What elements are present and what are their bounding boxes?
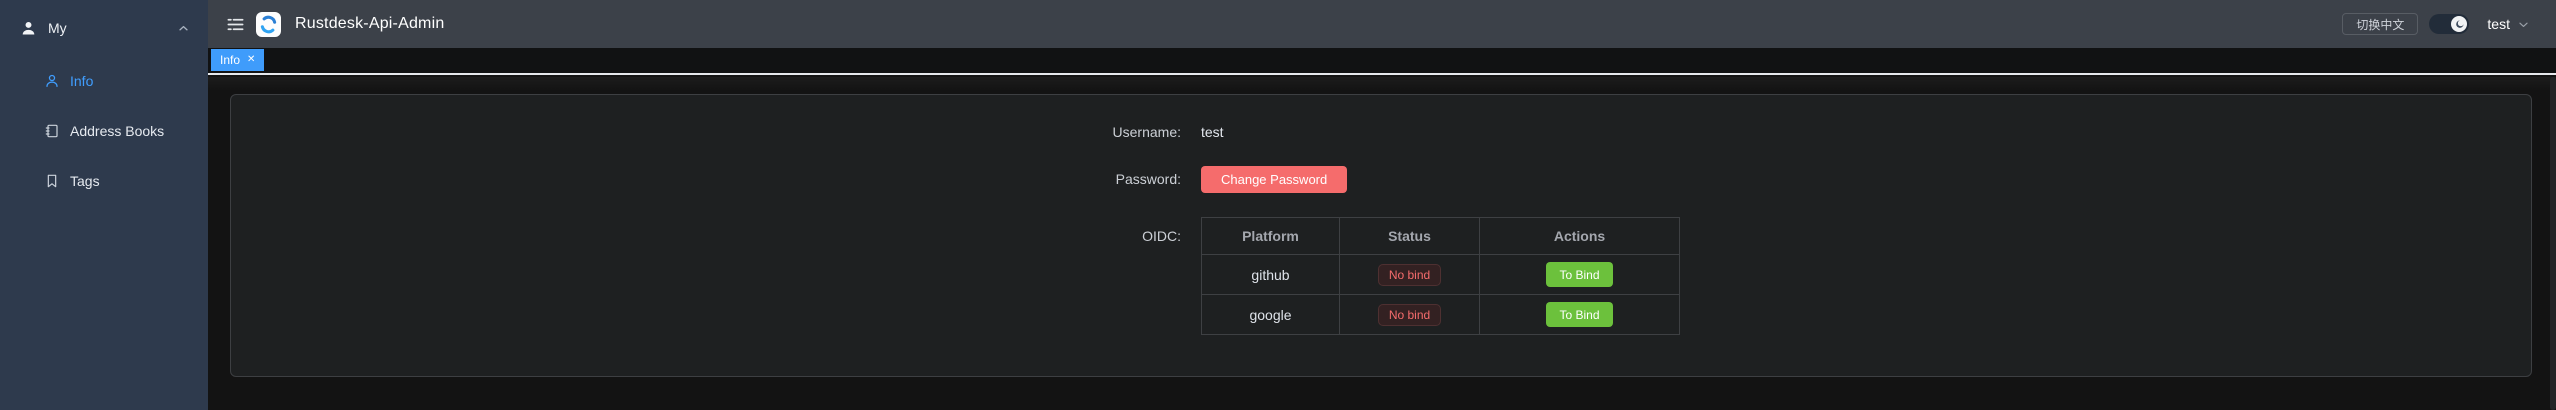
- status-badge: No bind: [1378, 304, 1441, 326]
- to-bind-button-github[interactable]: To Bind: [1546, 262, 1612, 287]
- moon-icon: [2454, 19, 2465, 30]
- user-filled-icon: [20, 20, 37, 37]
- tab-close-icon[interactable]: ✕: [247, 55, 255, 65]
- dark-mode-toggle[interactable]: [2429, 14, 2469, 34]
- table-row-google: google No bind To Bind: [1202, 295, 1680, 335]
- status-cell: No bind: [1340, 255, 1480, 295]
- current-username: test: [2487, 16, 2510, 32]
- page-title: Rustdesk-Api-Admin: [295, 15, 444, 33]
- chevron-up-icon: [177, 22, 190, 35]
- actions-cell: To Bind: [1480, 255, 1680, 295]
- main-content: Username: test Password: Change Password…: [208, 77, 2556, 410]
- bookmark-icon: [44, 173, 60, 189]
- oidc-label: OIDC:: [1081, 217, 1181, 255]
- user-info-form: Username: test Password: Change Password…: [1081, 95, 1681, 335]
- username-row: Username: test: [1081, 117, 1681, 147]
- actions-cell: To Bind: [1480, 295, 1680, 335]
- sidebar-item-tags[interactable]: Tags: [0, 156, 208, 206]
- sidebar: My Info Address Books Tags: [0, 0, 208, 410]
- header-right: 切换中文 test: [2342, 13, 2556, 35]
- user-menu[interactable]: test: [2487, 16, 2530, 32]
- column-header-platform: Platform: [1202, 218, 1340, 255]
- tabs-bar: Info ✕: [208, 48, 2556, 75]
- language-switch-button[interactable]: 切换中文: [2342, 13, 2418, 35]
- sidebar-item-address-books[interactable]: Address Books: [0, 106, 208, 156]
- to-bind-button-google[interactable]: To Bind: [1546, 302, 1612, 327]
- tab-info[interactable]: Info ✕: [211, 49, 264, 71]
- sidebar-menu-label: My: [48, 20, 67, 36]
- platform-cell: google: [1202, 295, 1340, 335]
- username-label: Username:: [1081, 124, 1181, 140]
- tab-label: Info: [220, 53, 240, 67]
- toggle-knob: [2451, 16, 2467, 32]
- column-header-status: Status: [1340, 218, 1480, 255]
- password-row: Password: Change Password: [1081, 165, 1681, 193]
- sidebar-item-label: Info: [70, 73, 93, 89]
- scrollbar[interactable]: [2550, 77, 2556, 410]
- rustdesk-logo-icon: [256, 12, 281, 37]
- password-label: Password:: [1081, 171, 1181, 187]
- oidc-row: OIDC: Platform Status Actions gi: [1081, 217, 1681, 335]
- chevron-down-icon: [2517, 18, 2530, 31]
- sidebar-item-info[interactable]: Info: [0, 56, 208, 106]
- oidc-table: Platform Status Actions github No bind: [1201, 217, 1680, 335]
- username-value: test: [1201, 124, 1224, 140]
- sidebar-item-label: Address Books: [70, 123, 164, 139]
- header: Rustdesk-Api-Admin 切换中文 test: [208, 0, 2556, 48]
- change-password-button[interactable]: Change Password: [1201, 166, 1347, 193]
- user-info-card: Username: test Password: Change Password…: [230, 94, 2532, 377]
- notebook-icon: [44, 123, 60, 139]
- user-icon: [44, 73, 60, 89]
- platform-cell: github: [1202, 255, 1340, 295]
- status-badge: No bind: [1378, 264, 1441, 286]
- oidc-table-header-row: Platform Status Actions: [1202, 218, 1680, 255]
- sidebar-item-label: Tags: [70, 173, 100, 189]
- hamburger-icon[interactable]: [226, 15, 245, 34]
- column-header-actions: Actions: [1480, 218, 1680, 255]
- table-row-github: github No bind To Bind: [1202, 255, 1680, 295]
- status-cell: No bind: [1340, 295, 1480, 335]
- sidebar-menu-my[interactable]: My: [0, 0, 208, 56]
